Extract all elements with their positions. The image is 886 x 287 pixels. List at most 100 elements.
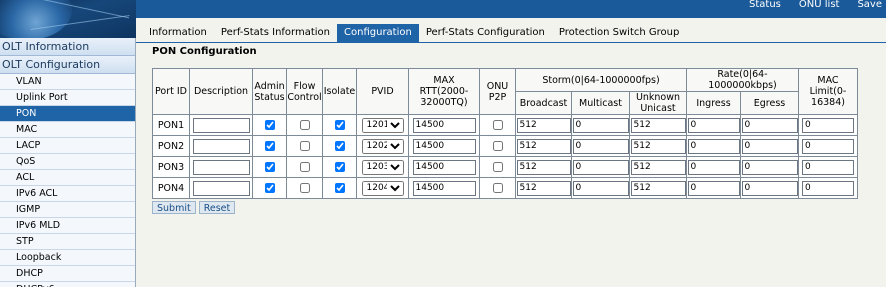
sidebar-item-mac[interactable]: MAC [0, 122, 135, 138]
max-rtt-input[interactable] [412, 180, 476, 196]
header-port-id: Port ID [152, 68, 190, 115]
status-link[interactable]: Status [749, 0, 781, 12]
sidebar-section-olt-configuration[interactable]: OLT Configuration [0, 56, 135, 74]
broadcast-input[interactable] [516, 117, 571, 133]
admin-status-checkbox[interactable] [264, 162, 275, 172]
ingress-input[interactable] [687, 180, 740, 196]
tab-configuration[interactable]: Configuration [337, 24, 419, 42]
header-onu-p2p: ONU P2P [479, 68, 516, 115]
save-link[interactable]: Save [857, 0, 882, 12]
sidebar-item-vlan[interactable]: VLAN [0, 74, 135, 90]
logo-banner [0, 0, 136, 38]
onu-list-link[interactable]: ONU list [799, 0, 840, 12]
sidebar-item-ipv6-acl[interactable]: IPv6 ACL [0, 186, 135, 202]
onu-p2p-checkbox[interactable] [492, 183, 503, 193]
isolate-checkbox[interactable] [334, 141, 345, 151]
max-rtt-input[interactable] [412, 159, 476, 175]
egress-input[interactable] [741, 117, 798, 133]
admin-status-checkbox[interactable] [264, 183, 275, 193]
header-flow-control: Flow Control [286, 68, 323, 115]
flow-control-checkbox[interactable] [299, 141, 310, 151]
isolate-checkbox[interactable] [334, 183, 345, 193]
mac-limit-input[interactable] [802, 159, 854, 175]
header-mac-limit: MAC Limit(0-16384) [798, 68, 858, 115]
pon-config-table: Port ID Description Admin Status Flow Co… [152, 68, 858, 199]
multicast-input[interactable] [572, 138, 629, 154]
table-row: PON1 1201 [152, 114, 858, 136]
tab-information[interactable]: Information [142, 24, 214, 42]
broadcast-input[interactable] [516, 138, 571, 154]
mac-limit-input[interactable] [802, 180, 854, 196]
unknown-unicast-input[interactable] [630, 159, 686, 175]
description-input[interactable] [192, 117, 250, 133]
header-multicast: Multicast [571, 91, 630, 115]
form-buttons: Submit Reset [152, 201, 236, 214]
admin-status-checkbox[interactable] [264, 141, 275, 151]
flow-control-checkbox[interactable] [299, 120, 310, 130]
tab-bar: Information Perf-Stats Information Confi… [136, 18, 886, 43]
max-rtt-input[interactable] [412, 117, 476, 133]
unknown-unicast-input[interactable] [630, 180, 686, 196]
mac-limit-input[interactable] [802, 117, 854, 133]
pvid-select[interactable]: 1202 [361, 138, 404, 154]
submit-button[interactable]: Submit [152, 201, 196, 214]
flow-control-checkbox[interactable] [299, 162, 310, 172]
tab-perf-stats-configuration[interactable]: Perf-Stats Configuration [418, 24, 552, 42]
sidebar-item-pon[interactable]: PON [0, 106, 135, 122]
pvid-select[interactable]: 1203 [361, 159, 404, 175]
pvid-select[interactable]: 1201 [361, 117, 404, 133]
header-max-rtt: MAX RTT(2000-32000TQ) [408, 68, 480, 115]
unknown-unicast-input[interactable] [630, 138, 686, 154]
description-input[interactable] [192, 138, 250, 154]
page-title: PON Configuration [152, 46, 257, 57]
ingress-input[interactable] [687, 159, 740, 175]
mac-limit-input[interactable] [802, 138, 854, 154]
header-pvid: PVID [356, 68, 409, 115]
multicast-input[interactable] [572, 159, 629, 175]
sidebar-item-dhcp[interactable]: DHCP [0, 266, 135, 282]
isolate-checkbox[interactable] [334, 162, 345, 172]
ingress-input[interactable] [687, 138, 740, 154]
main-content: PON Configuration Port ID Description Ad… [136, 43, 886, 287]
description-input[interactable] [192, 159, 250, 175]
ingress-input[interactable] [687, 117, 740, 133]
sidebar-item-qos[interactable]: QoS [0, 154, 135, 170]
description-input[interactable] [192, 180, 250, 196]
egress-input[interactable] [741, 138, 798, 154]
table-row: PON3 1203 [152, 156, 858, 178]
port-id-cell: PON4 [152, 177, 190, 199]
broadcast-input[interactable] [516, 159, 571, 175]
sidebar-section-olt-information[interactable]: OLT Information [0, 38, 135, 56]
sidebar-item-igmp[interactable]: IGMP [0, 202, 135, 218]
header-isolate: Isolate [322, 68, 357, 115]
sidebar-item-uplink-port[interactable]: Uplink Port [0, 90, 135, 106]
sidebar-item-ipv6-mld[interactable]: IPv6 MLD [0, 218, 135, 234]
onu-p2p-checkbox[interactable] [492, 162, 503, 172]
broadcast-input[interactable] [516, 180, 571, 196]
table-row: PON2 1202 [152, 135, 858, 157]
tab-protection-switch-group[interactable]: Protection Switch Group [551, 24, 687, 42]
egress-input[interactable] [741, 159, 798, 175]
port-id-cell: PON1 [152, 114, 190, 136]
sidebar-item-lacp[interactable]: LACP [0, 138, 135, 154]
onu-p2p-checkbox[interactable] [492, 120, 503, 130]
pvid-select[interactable]: 1204 [361, 180, 404, 196]
egress-input[interactable] [741, 180, 798, 196]
onu-p2p-checkbox[interactable] [492, 141, 503, 151]
table-row: PON4 1204 [152, 177, 858, 199]
sidebar-item-acl[interactable]: ACL [0, 170, 135, 186]
tab-perf-stats-information[interactable]: Perf-Stats Information [213, 24, 338, 42]
unknown-unicast-input[interactable] [630, 117, 686, 133]
globe-image [0, 0, 72, 38]
reset-button[interactable]: Reset [198, 201, 236, 214]
flow-control-checkbox[interactable] [299, 183, 310, 193]
sidebar-item-dhcpv6[interactable]: DHCPv6 [0, 282, 135, 287]
multicast-input[interactable] [572, 180, 629, 196]
max-rtt-input[interactable] [412, 138, 476, 154]
admin-status-checkbox[interactable] [264, 120, 275, 130]
sidebar: OLT Information OLT Configuration VLAN Up… [0, 38, 136, 287]
sidebar-item-loopback[interactable]: Loopback [0, 250, 135, 266]
isolate-checkbox[interactable] [334, 120, 345, 130]
multicast-input[interactable] [572, 117, 629, 133]
sidebar-item-stp[interactable]: STP [0, 234, 135, 250]
